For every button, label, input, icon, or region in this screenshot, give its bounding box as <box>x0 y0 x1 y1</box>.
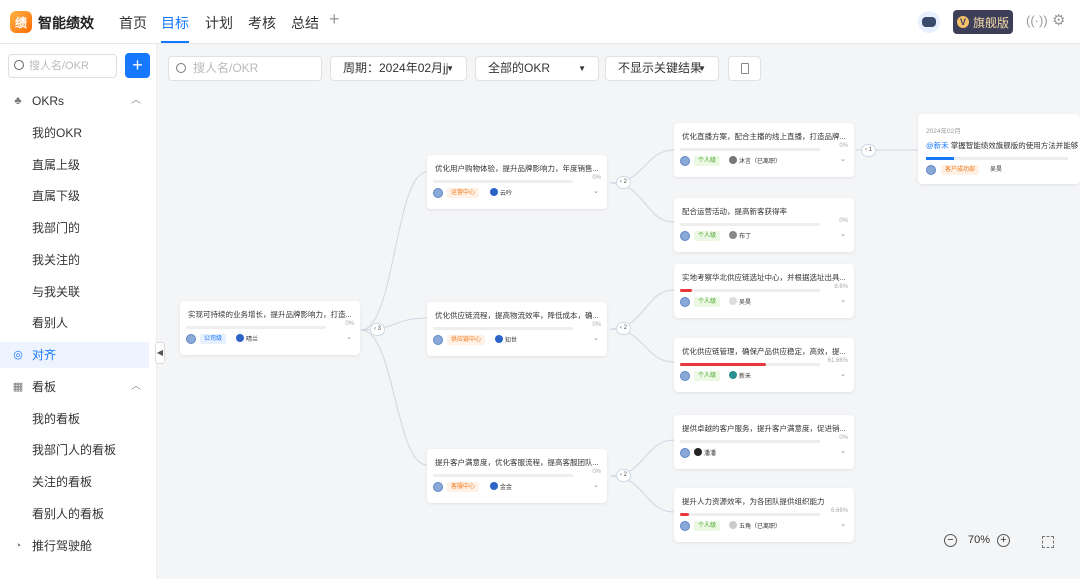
chevron-down-icon[interactable]: ⌄ <box>593 334 599 342</box>
okr-card-level2[interactable]: 优化用户购物体验，提升品牌影响力，年度销售... 0% 运营中心 云吟 ⌄ <box>427 155 607 209</box>
children-count-badge[interactable]: ‹ 2 <box>616 322 632 335</box>
avatar <box>680 156 690 166</box>
okr-title: 优化供应链流程，提高物流效率，降低成本，确... <box>435 311 599 320</box>
owner: 吴昊 <box>990 167 1003 173</box>
avatar <box>926 165 936 175</box>
okr-card-level2[interactable]: 提升客户满意度，优化客服流程，提高客服团队... 0% 客服中心 金金 ⌄ <box>427 449 607 503</box>
progress-percent: 0% <box>839 143 848 149</box>
okr-card-level3[interactable]: 实地考察华北供应链选址中心，并根据选址出具... 8.6% 个人级 吴昊 ⌄ <box>674 264 854 318</box>
progress-percent: 0% <box>839 218 848 224</box>
okr-title: 提升客户满意度，优化客服流程，提高客服团队... <box>435 458 599 467</box>
zoom-level: 70% <box>968 534 991 546</box>
avatar <box>186 334 196 344</box>
chevron-down-icon[interactable]: ⌄ <box>840 296 846 304</box>
okr-title: 实现可持续的业务增长，提升品牌影响力，打造... <box>188 310 352 319</box>
avatar <box>433 482 443 492</box>
department-tag: 供应链中心 <box>447 335 486 345</box>
department-tag: 客服中心 <box>447 482 480 492</box>
progress-fill <box>926 157 955 160</box>
okr-title: 提供卓越的客户服务，提升客户满意度，促进销... <box>682 424 846 433</box>
progress-bar <box>926 157 1068 160</box>
okr-card-root[interactable]: 实现可持续的业务增长，提升品牌影响力，打造... 0% 公司级 晴兰 ⌄ <box>180 301 360 355</box>
department-tag: 运营中心 <box>447 188 480 198</box>
children-count-badge[interactable]: ‹ 1 <box>861 144 877 157</box>
okr-title: @新禾 掌握智能绩效旗舰版的使用方法并能够 <box>926 141 1079 150</box>
level-tag: 个人级 <box>694 297 721 307</box>
okr-card-level3[interactable]: 优化供应链管理，确保产品供应稳定，高效，提... 61.66% 个人级 新禾 ⌄ <box>674 338 854 392</box>
avatar <box>680 231 690 241</box>
avatar <box>433 188 443 198</box>
period-date: 2024年02月 <box>926 128 961 135</box>
owner: 云吟 <box>490 188 512 199</box>
okr-card-level3[interactable]: 配合运营活动，提高新客获得率 0% 个人级 布丁 ⌄ <box>674 198 854 252</box>
progress-fill <box>680 289 693 292</box>
avatar <box>680 448 690 458</box>
chevron-down-icon[interactable]: ⌄ <box>346 333 352 341</box>
progress-percent: 8.6% <box>834 284 848 290</box>
okr-title: 配合运营活动，提高新客获得率 <box>682 207 787 216</box>
owner: 五角（已离职） <box>729 521 781 532</box>
progress-percent: 0% <box>839 435 848 441</box>
level-tag: 个人级 <box>694 521 721 531</box>
level-tag: 个人级 <box>694 156 721 166</box>
zoom-out-button[interactable]: − <box>944 534 957 547</box>
owner: 知世 <box>495 335 517 346</box>
owner: 晴兰 <box>236 334 258 345</box>
avatar <box>680 521 690 531</box>
chevron-down-icon[interactable]: ⌄ <box>840 230 846 238</box>
okr-card-level4[interactable]: 2024年02月 @新禾 掌握智能绩效旗舰版的使用方法并能够 客户成功部 吴昊 <box>918 114 1080 184</box>
chevron-down-icon[interactable]: ⌄ <box>840 447 846 455</box>
avatar <box>680 297 690 307</box>
progress-percent: 0% <box>592 469 601 475</box>
level-tag: 个人级 <box>694 371 721 381</box>
zoom-in-button[interactable]: + <box>997 534 1010 547</box>
owner: 潘潘 <box>694 448 716 459</box>
children-count-badge[interactable]: ‹ 2 <box>616 176 632 189</box>
progress-percent: 61.66% <box>827 358 848 364</box>
okr-title: 实地考察华北供应链选址中心，并根据选址出具... <box>682 273 846 282</box>
progress-percent: 0% <box>592 322 601 328</box>
okr-card-level3[interactable]: 提供卓越的客户服务，提升客户满意度，促进销... 0% 潘潘 ⌄ <box>674 415 854 469</box>
avatar <box>680 371 690 381</box>
okr-title: 优化直播方案，配合主播的线上直播，打造品牌... <box>682 132 846 141</box>
avatar <box>433 335 443 345</box>
children-count-badge[interactable]: ‹ 3 <box>370 323 386 336</box>
progress-percent: 0% <box>592 175 601 181</box>
chevron-down-icon[interactable]: ⌄ <box>840 155 846 163</box>
chevron-down-icon[interactable]: ⌄ <box>593 187 599 195</box>
children-count-badge[interactable]: ‹ 2 <box>616 469 632 482</box>
okr-title: 优化供应链管理，确保产品供应稳定，高效，提... <box>682 347 846 356</box>
owner: 沐言（已离职） <box>729 156 781 167</box>
owner: 吴昊 <box>729 297 751 308</box>
progress-percent: 6.66% <box>830 508 848 514</box>
progress-bar <box>186 326 326 329</box>
chevron-down-icon[interactable]: ⌄ <box>840 520 846 528</box>
owner: 布丁 <box>729 231 751 242</box>
level-tag: 个人级 <box>694 231 721 241</box>
okr-title: 优化用户购物体验，提升品牌影响力，年度销售... <box>435 164 599 173</box>
owner: 金金 <box>490 482 512 493</box>
okr-card-level3[interactable]: 提升人力资源效率，为各团队提供组织能力 6.66% 个人级 五角（已离职） ⌄ <box>674 488 854 542</box>
fullscreen-icon[interactable] <box>1042 536 1054 548</box>
department-tag: 客户成功部 <box>941 165 980 175</box>
progress-fill <box>680 513 690 516</box>
owner: 新禾 <box>729 371 751 382</box>
chevron-down-icon[interactable]: ⌄ <box>593 481 599 489</box>
level-tag: 公司级 <box>200 334 227 344</box>
okr-card-level2[interactable]: 优化供应链流程，提高物流效率，降低成本，确... 0% 供应链中心 知世 ⌄ <box>427 302 607 356</box>
okr-card-level3[interactable]: 优化直播方案，配合主播的线上直播，打造品牌... 0% 个人级 沐言（已离职） … <box>674 123 854 177</box>
chevron-down-icon[interactable]: ⌄ <box>840 370 846 378</box>
okr-title: 提升人力资源效率，为各团队提供组织能力 <box>682 497 825 506</box>
progress-percent: 0% <box>345 321 354 327</box>
progress-fill <box>680 363 767 366</box>
